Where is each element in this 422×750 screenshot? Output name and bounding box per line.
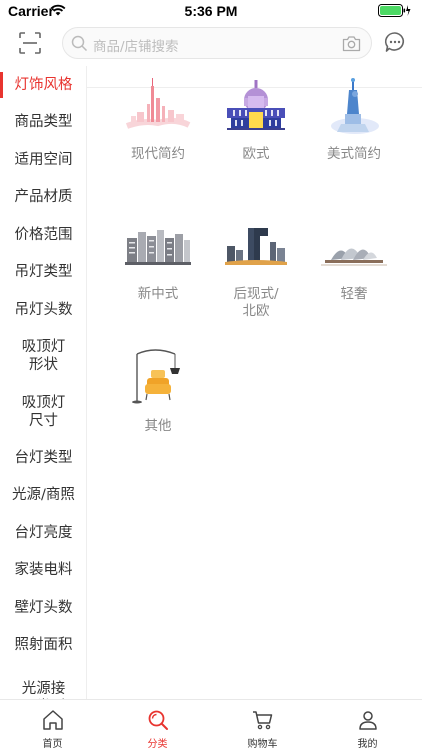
modern-city-skyline-image [125, 78, 191, 129]
capitol-building-image [227, 80, 285, 130]
sidebar-item-desk-lamp-brightness[interactable]: 台灯亮度 [0, 514, 86, 551]
tab-home[interactable]: 首页 [0, 700, 105, 750]
category-label: 轻奢 [340, 286, 368, 302]
category-label: 现代简约 [131, 146, 185, 162]
tab-label: 首页 [42, 739, 63, 750]
sidebar-item-home-electrical[interactable]: 家装电料 [0, 551, 86, 589]
sidebar-item-coverage-area[interactable]: 照射面积 [0, 626, 86, 664]
sidebar-item-label: 吊灯类型 [14, 264, 73, 280]
cctv-tower-skyline-image [225, 228, 287, 265]
clock: 5:36 PM [184, 3, 238, 19]
search-input[interactable]: 商品/店铺搜索 [62, 27, 372, 59]
category-tile[interactable]: 轻奢 [304, 216, 404, 303]
bottom-tab-bar: 首页 分类 购物车 我的 [0, 699, 422, 750]
home-icon [42, 710, 63, 730]
active-indicator [0, 71, 3, 98]
search-header: 商品/店铺搜索 [0, 22, 422, 88]
sidebar-item-label: 照射面积 [14, 637, 73, 653]
sidebar-item-wall-lamp-heads[interactable]: 壁灯头数 [0, 589, 86, 626]
tab-label: 分类 [147, 739, 168, 750]
sidebar-item-desk-lamp-type[interactable]: 台灯类型 [0, 439, 86, 476]
category-tile[interactable]: 美式简约 [304, 76, 404, 163]
sidebar-item-price-range[interactable]: 价格范围 [0, 216, 86, 253]
sidebar-item-pendant-type[interactable]: 吊灯类型 [0, 253, 86, 291]
sidebar-item-ceiling-size[interactable]: 吸顶灯 尺寸 [0, 384, 86, 439]
sidebar-item-ceiling-shape[interactable]: 吸顶灯 形状 [0, 328, 86, 384]
sidebar-item-lighting-style[interactable]: 灯饰风格 [0, 66, 86, 103]
message-icon[interactable] [384, 31, 406, 53]
category-label: 欧式 [242, 146, 270, 162]
sidebar-item-label: 壁灯头数 [14, 599, 73, 616]
category-tile[interactable]: 其他 [108, 348, 208, 435]
camera-icon[interactable] [342, 35, 361, 52]
tab-label: 购物车 [247, 739, 278, 750]
category-tile[interactable]: 现代简约 [108, 76, 208, 163]
sidebar-item-light-source[interactable]: 光源/商照 [0, 476, 86, 514]
tab-cart[interactable]: 购物车 [210, 700, 315, 750]
category-tile[interactable]: 新中式 [108, 216, 208, 303]
category-label: 美式简约 [327, 146, 381, 162]
sidebar-item-label: 吸顶灯 尺寸 [21, 394, 66, 429]
tab-label: 我的 [357, 739, 378, 750]
category-sidebar: 灯饰风格 商品类型 适用空间 产品材质 价格范围 吊灯类型 吊灯头数 吸顶灯 形… [0, 66, 87, 699]
sidebar-item-socket-type[interactable]: 光源接 口类型 [0, 670, 86, 699]
category-search-icon [148, 710, 168, 730]
sidebar-item-label: 光源接 口类型 [21, 681, 66, 697]
scan-icon[interactable] [18, 31, 42, 55]
sidebar-item-label: 吸顶灯 形状 [21, 339, 66, 373]
sidebar-item-space[interactable]: 适用空间 [0, 141, 86, 178]
sidebar-item-label: 光源/商照 [12, 487, 75, 503]
sidebar-item-label: 家装电料 [14, 562, 73, 578]
category-label: 其他 [144, 418, 172, 434]
tab-category[interactable]: 分类 [105, 700, 210, 750]
sidebar-item-label: 台灯亮度 [14, 524, 73, 541]
battery-icon [378, 4, 411, 17]
sidebar-item-label: 价格范围 [14, 226, 73, 243]
tab-profile[interactable]: 我的 [315, 700, 420, 750]
sydney-opera-house-image [321, 248, 387, 266]
category-grid: 现代简约 欧式 美式简约 新中式 后现式/ 北欧 轻奢 其他 [88, 66, 422, 699]
statue-of-liberty-image [331, 78, 379, 134]
category-label: 后现式/ 北欧 [233, 286, 279, 319]
sidebar-item-label: 适用空间 [14, 151, 73, 168]
floor-lamp-sofa-image [132, 349, 180, 404]
sidebar-item-pendant-heads[interactable]: 吊灯头数 [0, 291, 86, 328]
sidebar-item-material[interactable]: 产品材质 [0, 178, 86, 216]
status-bar: Carrier 5:36 PM [0, 0, 422, 22]
profile-icon [358, 711, 377, 730]
sidebar-item-label: 灯饰风格 [14, 76, 73, 93]
category-label: 新中式 [137, 286, 179, 302]
sidebar-item-label: 产品材质 [14, 189, 73, 205]
search-placeholder: 商品/店铺搜索 [93, 39, 179, 55]
sidebar-item-label: 商品类型 [14, 114, 73, 130]
chinese-city-buildings-image [125, 230, 191, 265]
category-tile[interactable]: 欧式 [206, 76, 306, 163]
sidebar-item-label: 台灯类型 [14, 449, 73, 466]
category-tile[interactable]: 后现式/ 北欧 [206, 216, 306, 320]
cart-icon [252, 711, 272, 730]
sidebar-item-label: 吊灯头数 [14, 301, 73, 318]
search-icon [71, 35, 88, 52]
sidebar-item-product-type[interactable]: 商品类型 [0, 103, 86, 141]
